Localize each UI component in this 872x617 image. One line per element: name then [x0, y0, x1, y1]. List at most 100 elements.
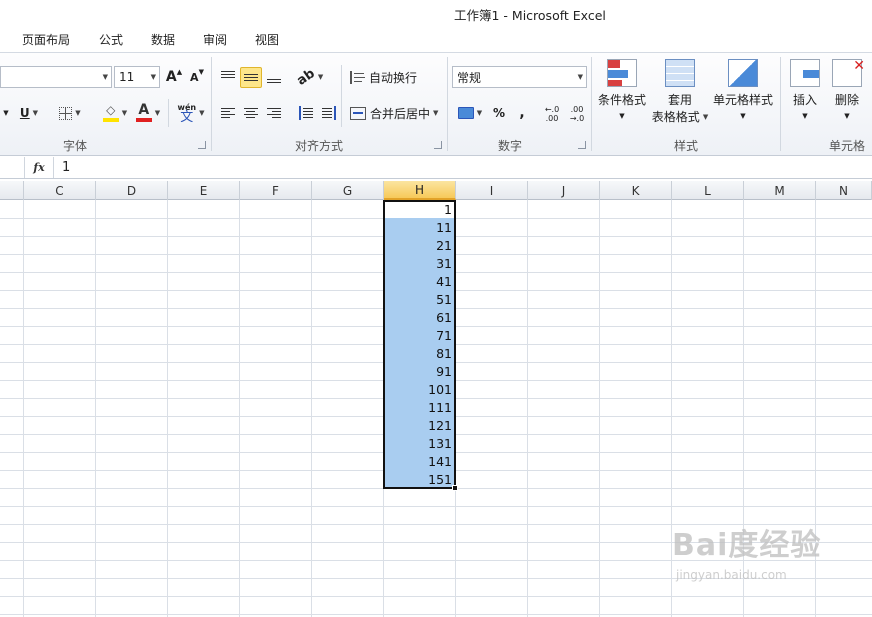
tab-view[interactable]: 视图 — [255, 31, 279, 48]
align-top-button[interactable] — [218, 67, 238, 87]
cell-h7[interactable]: 61 — [385, 309, 452, 327]
number-format-value: 常规 — [457, 70, 482, 85]
align-bottom-button[interactable] — [264, 67, 284, 87]
formula-input[interactable]: 1 — [62, 160, 70, 175]
column-header-n[interactable]: N — [816, 181, 872, 200]
cell-h2[interactable]: 11 — [385, 219, 452, 237]
conditional-formatting-button[interactable]: 条件格式 ▼ — [596, 59, 648, 120]
window-title: 工作簿1 - Microsoft Excel — [454, 8, 606, 23]
cell-h8[interactable]: 71 — [385, 327, 452, 345]
font-color-button[interactable]: A ▼ — [133, 101, 163, 125]
ribbon-tabs: 页面布局 公式 数据 审阅 视图 — [0, 26, 872, 52]
excel-window: 工作簿1 - Microsoft Excel 页面布局 公式 数据 审阅 视图 … — [0, 0, 872, 617]
align-right-icon — [267, 106, 281, 120]
align-left-icon — [221, 106, 235, 120]
insert-cells-button[interactable]: 插入 ▼ — [788, 59, 822, 120]
column-gridline — [167, 200, 168, 617]
decrease-indent-button[interactable] — [296, 103, 316, 123]
formula-bar: fx 1 — [0, 157, 872, 179]
align-center-button[interactable] — [241, 103, 261, 123]
cell-h3[interactable]: 21 — [385, 237, 452, 255]
alignment-dialog-launcher-icon[interactable] — [434, 141, 442, 149]
cell-h11[interactable]: 101 — [385, 381, 452, 399]
cell-h13[interactable]: 121 — [385, 417, 452, 435]
cell-h16[interactable]: 151 — [385, 471, 452, 489]
insert-cells-icon — [790, 59, 820, 87]
increase-indent-button[interactable] — [319, 103, 339, 123]
title-bar: 工作簿1 - Microsoft Excel — [0, 0, 872, 26]
cell-h4[interactable]: 31 — [385, 255, 452, 273]
align-left-button[interactable] — [218, 103, 238, 123]
format-as-table-icon — [665, 59, 695, 87]
cell-h10[interactable]: 91 — [385, 363, 452, 381]
cell-h14[interactable]: 131 — [385, 435, 452, 453]
grow-font-button[interactable]: A ▲ — [165, 67, 183, 87]
shrink-font-button[interactable]: A ▼ — [188, 67, 206, 87]
column-header-l[interactable]: L — [672, 181, 744, 200]
comma-style-button[interactable]: , — [512, 103, 532, 123]
column-header-k[interactable]: K — [600, 181, 672, 200]
delete-cells-button[interactable]: ✕ 删除 ▼ — [830, 58, 865, 120]
percent-style-button[interactable]: % — [489, 103, 509, 123]
column-header-g[interactable]: G — [312, 181, 384, 200]
chevron-down-icon: ▼ — [802, 112, 808, 120]
column-header-m[interactable]: M — [744, 181, 816, 200]
increase-indent-icon — [322, 106, 336, 120]
group-divider — [447, 57, 448, 151]
font-dialog-launcher-icon[interactable] — [198, 141, 206, 149]
insert-function-button[interactable]: fx — [24, 157, 54, 178]
column-header-d[interactable]: D — [96, 181, 168, 200]
merge-center-button[interactable]: 合并后居中 ▼ — [350, 103, 438, 123]
accounting-format-button[interactable]: ▼ — [455, 103, 485, 123]
decrease-indent-icon — [299, 106, 313, 120]
cell-h9[interactable]: 81 — [385, 345, 452, 363]
cell-h1[interactable]: 1 — [385, 201, 452, 219]
borders-button[interactable]: ▼ — [55, 103, 85, 123]
chevron-down-icon: ▼ — [433, 109, 439, 117]
align-middle-button[interactable] — [240, 67, 262, 88]
number-dialog-launcher-icon[interactable] — [578, 141, 586, 149]
increase-decimal-button[interactable]: ←.0 .00 — [541, 103, 563, 125]
tab-page-layout[interactable]: 页面布局 — [22, 31, 70, 48]
cell-styles-button[interactable]: 单元格样式 ▼ — [712, 59, 774, 120]
cell-h6[interactable]: 51 — [385, 291, 452, 309]
column-header-h[interactable]: H — [384, 181, 456, 200]
column-header-b[interactable] — [0, 181, 24, 200]
grow-font-label: A — [165, 69, 177, 85]
chevron-down-icon[interactable]: ▼ — [2, 103, 10, 123]
divider — [168, 99, 169, 127]
tab-data[interactable]: 数据 — [151, 31, 175, 48]
column-gridline — [239, 200, 240, 617]
shrink-font-label: A — [190, 70, 199, 84]
align-bottom-icon — [267, 77, 281, 85]
align-top-icon — [221, 69, 235, 80]
column-header-j[interactable]: J — [528, 181, 600, 200]
align-right-button[interactable] — [264, 103, 284, 123]
font-name-select[interactable]: ▼ — [0, 66, 112, 88]
number-format-select[interactable]: 常规 ▼ — [452, 66, 587, 88]
fill-color-button[interactable]: ◇ ▼ — [100, 101, 130, 125]
column-header-c[interactable]: C — [24, 181, 96, 200]
fill-handle[interactable] — [452, 485, 458, 491]
column-header-i[interactable]: I — [456, 181, 528, 200]
wrap-text-button[interactable]: 自动换行 — [350, 67, 417, 87]
borders-icon — [59, 106, 73, 120]
decrease-decimal-button[interactable]: .00 →.0 — [566, 103, 588, 125]
font-size-select[interactable]: 11 ▼ — [114, 66, 160, 88]
tab-formulas[interactable]: 公式 — [99, 31, 123, 48]
phonetic-guide-button[interactable]: wén 文 ▼ — [175, 100, 207, 126]
conditional-formatting-icon — [607, 59, 637, 87]
divider — [341, 65, 342, 127]
cell-h12[interactable]: 111 — [385, 399, 452, 417]
underline-button[interactable]: U ▼ — [14, 103, 44, 123]
tab-review[interactable]: 审阅 — [203, 31, 227, 48]
format-as-table-button[interactable]: 套用 表格格式 ▼ — [650, 59, 710, 125]
orientation-button[interactable]: ab ▼ — [294, 66, 325, 89]
column-header-f[interactable]: F — [240, 181, 312, 200]
chevron-down-icon: ▼ — [121, 109, 128, 117]
cell-h5[interactable]: 41 — [385, 273, 452, 291]
insert-label: 插入 — [792, 93, 817, 107]
fill-color-icon: ◇ — [102, 104, 119, 122]
column-header-e[interactable]: E — [168, 181, 240, 200]
cell-h15[interactable]: 141 — [385, 453, 452, 471]
